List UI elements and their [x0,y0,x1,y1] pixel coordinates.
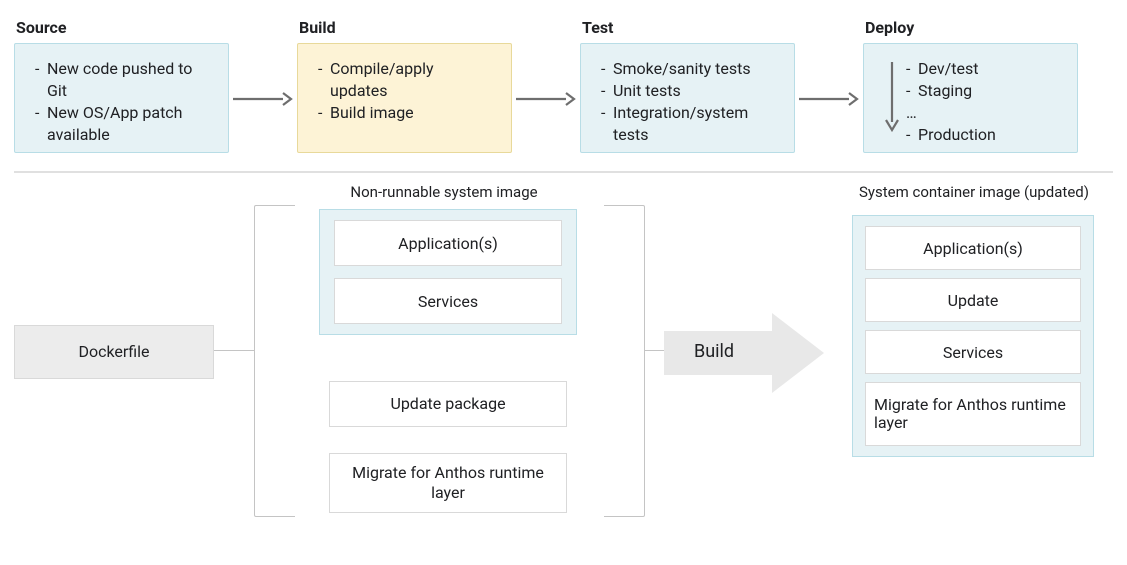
nonrunnable-layer: Application(s) [334,220,562,266]
stage-deploy-title: Deploy [865,18,1078,37]
list-item: Dev/test [906,58,996,80]
build-arrow: Build [664,313,824,397]
arrow-deploy-sequence [884,62,900,136]
list-item: Staging [906,80,996,102]
nonrunnable-layer: Services [334,278,562,324]
stage-source-title: Source [16,18,229,37]
section-divider [14,171,1113,173]
build-flow-diagram: Dockerfile Non-runnable system image App… [14,205,1113,535]
stage-deploy-box: Dev/test Staging … Production [863,43,1078,153]
updated-image-box: Application(s) Update Services Migrate f… [852,215,1094,457]
arrow-right-icon [799,89,859,109]
updated-caption: System container image (updated) [834,183,1114,201]
dockerfile-box: Dockerfile [14,325,214,379]
list-item: Unit tests [601,80,776,102]
stage-deploy: Deploy Dev/test Staging … Production [863,18,1078,153]
arrow-build-to-test [512,89,580,109]
list-item: Compile/apply updates [318,58,493,102]
arrow-right-icon [516,89,576,109]
list-item: Production [906,124,996,146]
pipeline-row: Source New code pushed to Git New OS/App… [14,18,1113,153]
input-bracket [254,205,295,517]
migrate-layer-box: Migrate for Anthos runtime layer [329,453,567,513]
stage-source-items: New code pushed to Git New OS/App patch … [35,58,210,146]
arrow-down-icon [884,62,900,132]
big-arrow-right-icon [664,313,824,393]
stage-test-box: Smoke/sanity tests Unit tests Integratio… [580,43,795,153]
arrow-source-to-build [229,89,297,109]
updated-layer: Migrate for Anthos runtime layer [865,382,1081,446]
input-bracket-close [604,205,645,517]
stage-test: Test Smoke/sanity tests Unit tests Integ… [580,18,795,153]
list-item: Smoke/sanity tests [601,58,776,80]
list-item: New OS/App patch available [35,102,210,146]
list-item: … [906,102,996,124]
bracket-stem-right [644,350,664,351]
stage-deploy-items: Dev/test Staging … Production [906,58,996,146]
stage-build-box: Compile/apply updates Build image [297,43,512,153]
update-package-box: Update package [329,381,567,427]
stage-build-title: Build [299,18,512,37]
stage-source-box: New code pushed to Git New OS/App patch … [14,43,229,153]
bracket-stem-left [214,350,254,351]
nonrunnable-caption: Non-runnable system image [314,183,574,201]
nonrunnable-image-box: Application(s) Services [319,209,577,335]
stage-build: Build Compile/apply updates Build image [297,18,512,153]
build-arrow-label: Build [694,341,734,362]
stage-test-title: Test [582,18,795,37]
list-item: Integration/system tests [601,102,776,146]
updated-layer: Update [865,278,1081,322]
list-item: Build image [318,102,493,124]
arrow-test-to-deploy [795,89,863,109]
list-item: New code pushed to Git [35,58,210,102]
arrow-right-icon [233,89,293,109]
dockerfile-label: Dockerfile [78,342,149,362]
updated-layer: Services [865,330,1081,374]
stage-test-items: Smoke/sanity tests Unit tests Integratio… [601,58,776,146]
stage-build-items: Compile/apply updates Build image [318,58,493,124]
updated-layer: Application(s) [865,226,1081,270]
stage-source: Source New code pushed to Git New OS/App… [14,18,229,153]
